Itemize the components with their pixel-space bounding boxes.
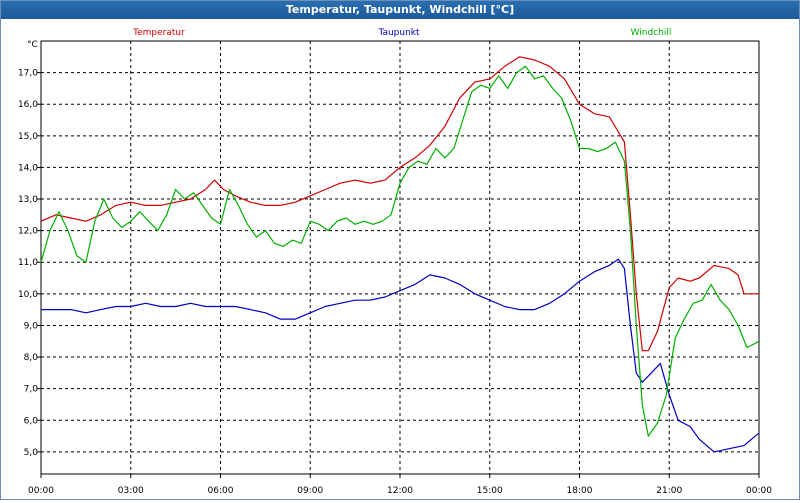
chart-window: Temperatur, Taupunkt, Windchill [°C] °C … bbox=[0, 0, 800, 500]
x-tick-time: 18:00 bbox=[567, 486, 593, 496]
y-tick-label: 7,0 bbox=[24, 385, 39, 395]
legend-item-taupunkt: Taupunkt bbox=[377, 28, 420, 38]
x-tick-time: 21:00 bbox=[656, 486, 682, 496]
x-tick-time: 00:00 bbox=[746, 486, 772, 496]
y-tick-labels: 5,0 6,0 7,0 8,0 9,0 10,0 11,0 12,0 13,0 14,0 15,0 1… bbox=[18, 69, 38, 458]
legend-item-temperatur: Temperatur bbox=[132, 28, 185, 38]
y-tick-label: 15,0 bbox=[18, 132, 38, 142]
y-tick-label: 6,0 bbox=[24, 416, 39, 426]
y-axis-unit: °C bbox=[27, 40, 38, 50]
y-tick-label: 5,0 bbox=[24, 448, 39, 458]
x-tick-time: 03:00 bbox=[118, 486, 144, 496]
y-tick-label: 16,0 bbox=[18, 100, 38, 110]
legend-item-windchill: Windchill bbox=[631, 28, 672, 38]
y-tick-label: 9,0 bbox=[24, 321, 39, 331]
window-title: Temperatur, Taupunkt, Windchill [°C] bbox=[1, 1, 799, 19]
y-tick-label: 11,0 bbox=[18, 258, 38, 268]
x-tick-time: 15:00 bbox=[477, 486, 503, 496]
line-chart: °C 5,0 6,0 7,0 8,0 9,0 10,0 11,0 12,0 13,0 14,0 15… bbox=[18, 28, 772, 496]
y-tick-label: 10,0 bbox=[18, 290, 38, 300]
x-tick-time: 00:00 bbox=[28, 486, 54, 496]
x-tick-time: 09:00 bbox=[297, 486, 323, 496]
y-tick-label: 17,0 bbox=[18, 69, 38, 79]
x-tick-time: 12:00 bbox=[387, 486, 413, 496]
x-tick-labels: 00:0015.11.2003:0015.11.2006:0015.11.200… bbox=[28, 486, 772, 496]
y-tick-label: 8,0 bbox=[24, 353, 39, 363]
y-tick-label: 12,0 bbox=[18, 227, 38, 237]
legend: Temperatur Taupunkt Windchill bbox=[132, 28, 671, 38]
y-tick-label: 14,0 bbox=[18, 163, 38, 173]
x-tick-time: 06:00 bbox=[208, 486, 234, 496]
y-tick-label: 13,0 bbox=[18, 195, 38, 205]
